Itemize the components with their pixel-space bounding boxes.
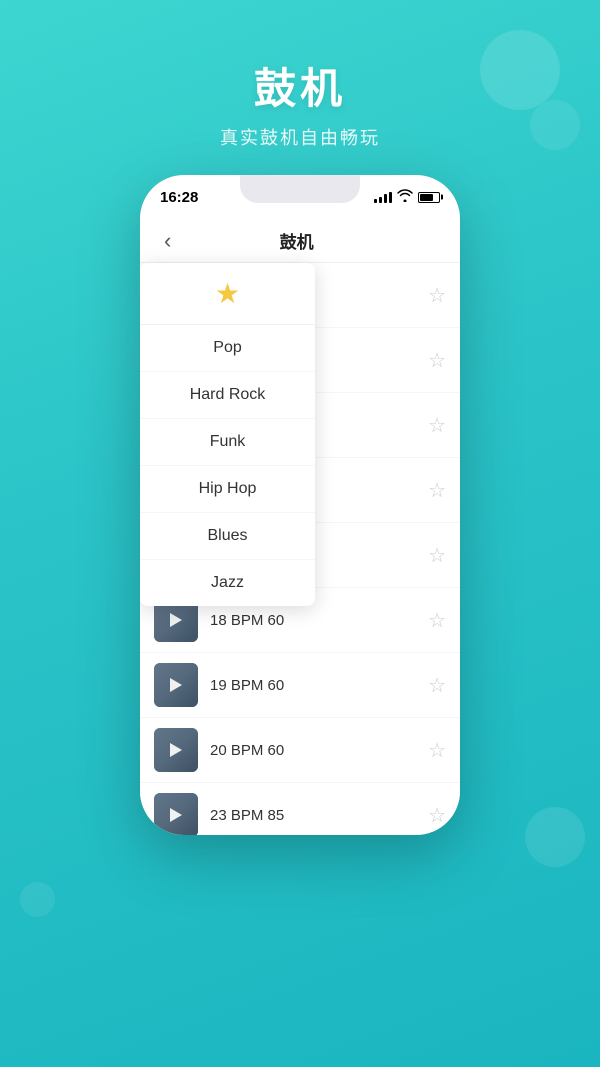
track-name: 23 BPM 85 (210, 807, 416, 824)
favorite-button[interactable]: ☆ (428, 738, 446, 763)
genre-dropdown[interactable]: ★ PopHard RockFunkHip HopBluesJazz (140, 263, 315, 606)
dropdown-header: ★ (140, 263, 315, 325)
list-item[interactable]: 19 BPM 60 ☆ (140, 653, 460, 718)
battery-icon (418, 192, 440, 203)
favorite-button[interactable]: ☆ (428, 608, 446, 633)
signal-icon (374, 192, 392, 203)
deco-circle-3 (525, 807, 585, 867)
deco-circle-2 (530, 100, 580, 150)
favorite-button[interactable]: ☆ (428, 543, 446, 568)
header-section: 鼓机 真实鼓机自由畅玩 (220, 55, 380, 150)
play-icon (170, 808, 182, 822)
track-name: 19 BPM 60 (210, 677, 416, 694)
status-icons (374, 189, 440, 205)
dropdown-item-hard-rock[interactable]: Hard Rock (140, 372, 315, 419)
favorite-button[interactable]: ☆ (428, 478, 446, 503)
play-icon (170, 743, 182, 757)
favorite-button[interactable]: ☆ (428, 413, 446, 438)
nav-bar: ‹ 鼓机 (140, 219, 460, 263)
list-item[interactable]: 23 BPM 85 ☆ (140, 783, 460, 835)
dropdown-item-funk[interactable]: Funk (140, 419, 315, 466)
dropdown-item-pop[interactable]: Pop (140, 325, 315, 372)
track-thumbnail (154, 793, 198, 835)
track-thumbnail (154, 663, 198, 707)
phone-mockup: 16:28 ‹ 鼓机 1 BPM 70☆10 BPM (140, 175, 460, 835)
wifi-icon (397, 189, 413, 205)
nav-title: 鼓机 (179, 228, 414, 253)
favorite-button[interactable]: ☆ (428, 803, 446, 828)
deco-circle-4 (20, 882, 55, 917)
list-item[interactable]: 20 BPM 60 ☆ (140, 718, 460, 783)
track-thumbnail (154, 728, 198, 772)
favorite-button[interactable]: ☆ (428, 348, 446, 373)
dropdown-item-jazz[interactable]: Jazz (140, 560, 315, 606)
play-icon (170, 613, 182, 627)
app-subtitle: 真实鼓机自由畅玩 (220, 124, 380, 150)
deco-circle-1 (480, 30, 560, 110)
favorite-button[interactable]: ☆ (428, 673, 446, 698)
track-name: 18 BPM 60 (210, 612, 416, 629)
play-icon (170, 678, 182, 692)
phone-notch (240, 175, 360, 203)
favorite-button[interactable]: ☆ (428, 283, 446, 308)
back-button[interactable]: ‹ (156, 224, 179, 258)
app-screen: ‹ 鼓机 1 BPM 70☆10 BPM 70☆12 BPM 60☆13 BPM… (140, 219, 460, 835)
track-name: 20 BPM 60 (210, 742, 416, 759)
app-title: 鼓机 (220, 55, 380, 116)
favorites-star-icon: ★ (215, 277, 240, 310)
dropdown-item-blues[interactable]: Blues (140, 513, 315, 560)
status-time: 16:28 (160, 189, 198, 206)
dropdown-item-hip-hop[interactable]: Hip Hop (140, 466, 315, 513)
